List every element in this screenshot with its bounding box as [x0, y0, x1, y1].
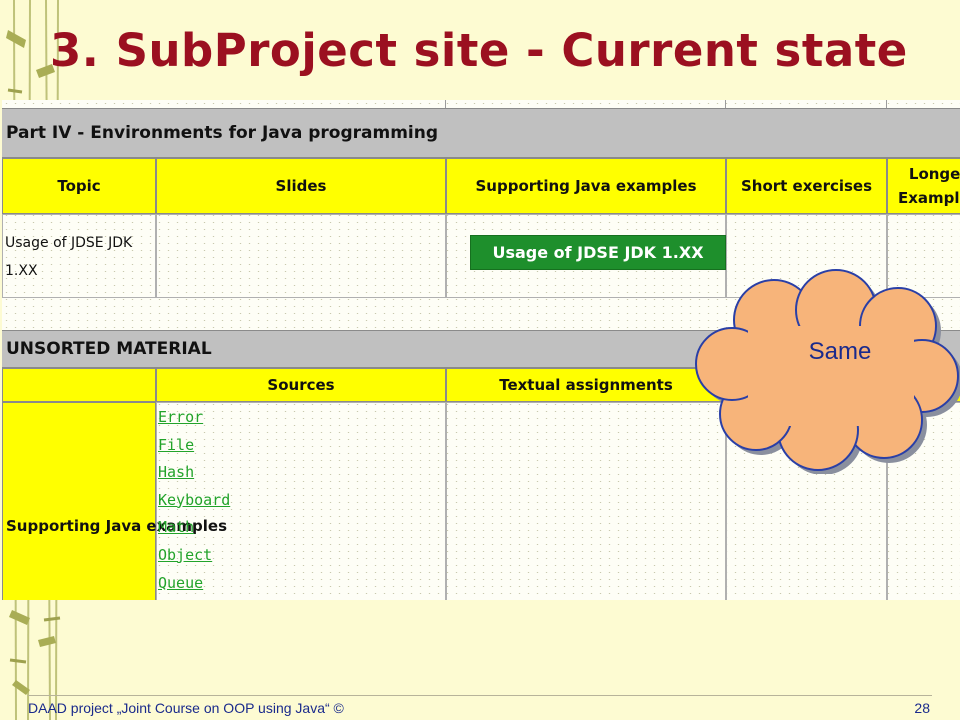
- page-number: 28: [914, 700, 930, 716]
- column-header-supporting-examples: Supporting Java examples: [446, 158, 726, 214]
- divider: [886, 100, 887, 108]
- example-link-badge[interactable]: Usage of JDSE JDK 1.XX: [470, 235, 726, 270]
- source-link-keyboard[interactable]: Keyboard: [158, 487, 230, 515]
- assignments-cell: [446, 402, 726, 600]
- divider: [445, 100, 446, 108]
- column-header-sources: Sources: [156, 368, 446, 402]
- source-link-hash[interactable]: Hash: [158, 459, 230, 487]
- column-header-longer-examples: Longer Examples: [887, 158, 960, 214]
- source-link-math[interactable]: Math: [158, 514, 230, 542]
- topic-cell: Usage of JDSE JDK 1.XX: [2, 214, 156, 298]
- column-header-blank: [2, 368, 156, 402]
- top-band: [2, 100, 960, 108]
- source-link-error[interactable]: Error: [158, 404, 230, 432]
- slide-title: 3. SubProject site - Current state: [50, 24, 908, 77]
- column-header-textual-assignments: Textual assignments: [446, 368, 726, 402]
- column-header-topic: Topic: [2, 158, 156, 214]
- source-link-file[interactable]: File: [158, 432, 230, 460]
- source-links: Error File Hash Keyboard Math Object Que…: [158, 404, 230, 597]
- slides-cell: [156, 214, 446, 298]
- column-header-slides: Slides: [156, 158, 446, 214]
- callout-text: Same: [808, 338, 872, 365]
- source-link-object[interactable]: Object: [158, 542, 230, 570]
- footer-divider: [28, 695, 932, 696]
- divider: [725, 100, 726, 108]
- row-label-cell: [2, 402, 156, 600]
- source-link-queue[interactable]: Queue: [158, 570, 230, 598]
- column-header-short-exercises: Short exercises: [726, 158, 887, 214]
- part-iv-column-headers: Topic Slides Supporting Java examples Sh…: [2, 158, 960, 214]
- section-header-part-iv: Part IV - Environments for Java programm…: [2, 108, 960, 158]
- cloud-callout-shape: [695, 269, 960, 474]
- footer-project-label: DAAD project „Joint Course on OOP using …: [28, 700, 344, 716]
